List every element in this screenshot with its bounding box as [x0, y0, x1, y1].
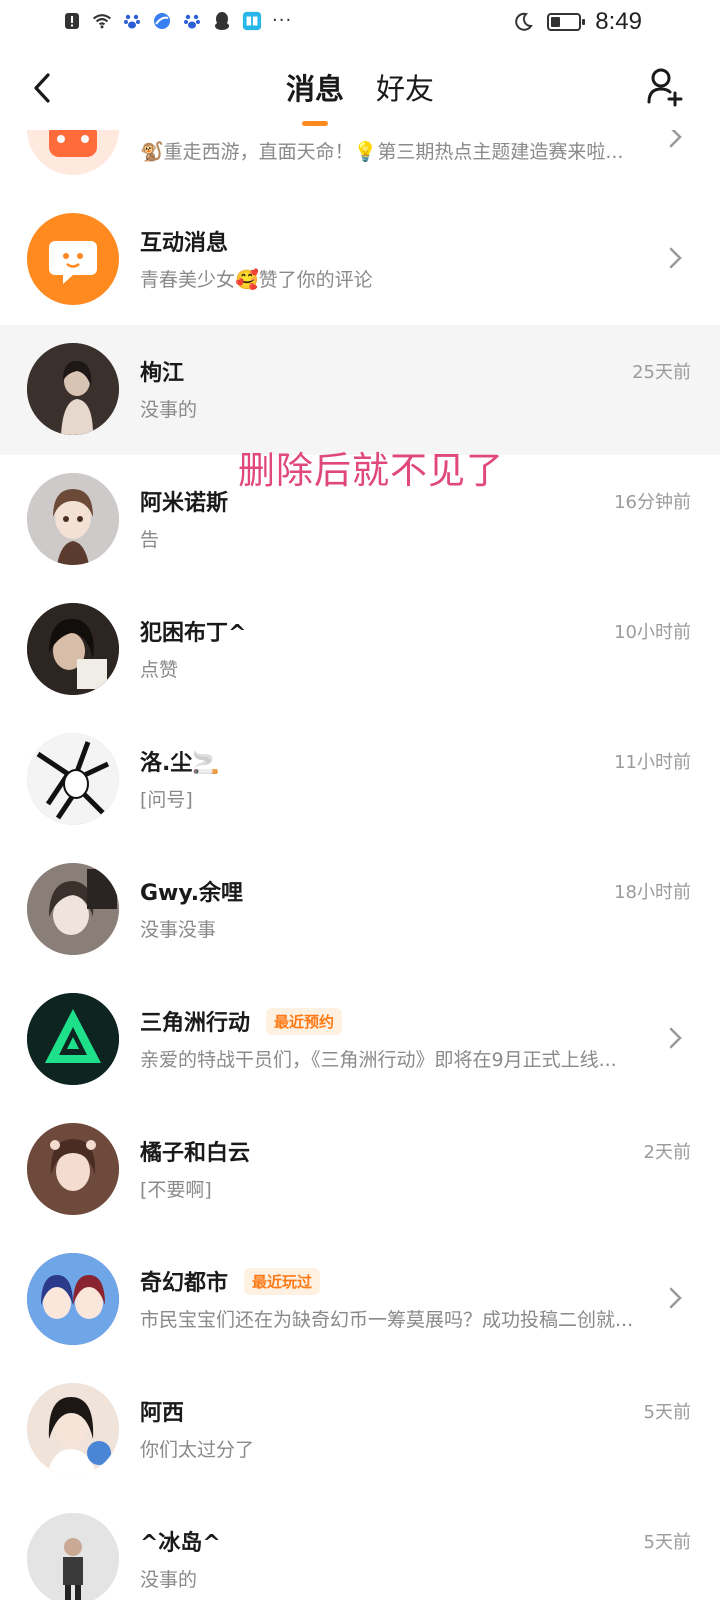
active-tab-indicator: [301, 121, 328, 126]
list-item-conversation[interactable]: 栒江 没事的 25天前: [0, 325, 720, 455]
moon-icon: [513, 12, 534, 32]
timestamp: 5天前: [643, 1532, 691, 1553]
avatar: [27, 1123, 119, 1215]
baidu-paw-icon: [122, 11, 142, 31]
preview-text: 你们太过分了: [140, 1439, 255, 1461]
timestamp: 10小时前: [614, 622, 691, 643]
chevron-right-icon: [669, 1287, 682, 1309]
baidu-paw-icon: [182, 11, 202, 31]
preview-text: 🐒重走西游，直面天命！💡第三期热点主题建造赛来啦...: [140, 141, 624, 163]
list-item-conversation[interactable]: 洛.尘🚬 [问号] 11小时前: [0, 715, 720, 845]
blue-ball-icon: [152, 11, 172, 31]
wifi-icon: [92, 11, 112, 31]
timestamp: 16分钟前: [614, 492, 691, 513]
timestamp: 2天前: [643, 1142, 691, 1163]
qq-penguin-icon: [212, 11, 232, 31]
list-item-interaction-messages[interactable]: 互动消息 青春美少女🥰赞了你的评论: [0, 195, 720, 325]
add-user-icon: [647, 68, 683, 107]
contact-name-text: 三角洲行动: [140, 1011, 251, 1036]
tab-messages-label: 消息: [285, 72, 344, 106]
preview-text: 没事没事: [140, 919, 217, 941]
contact-name-text: 奇幻都市: [140, 1271, 229, 1296]
timestamp: 18小时前: [614, 882, 691, 903]
clock: 8:49: [595, 8, 642, 35]
preview-text: 没事的: [140, 399, 198, 421]
avatar: [27, 473, 119, 565]
status-right: 8:49: [513, 8, 642, 36]
contact-name: 犯困布丁^: [140, 621, 247, 646]
delta-logo-icon: [27, 993, 119, 1085]
contact-name: 三角洲行动 最近预约: [140, 1005, 343, 1037]
add-friend-button[interactable]: [640, 62, 690, 112]
tab-friends-label: 好友: [376, 72, 435, 106]
preview-text: 市民宝宝们还在为缺奇幻币一筹莫展吗？成功投稿二创就...: [140, 1309, 634, 1331]
avatar: [27, 213, 119, 305]
preview-text: 告: [140, 529, 160, 551]
list-item-conversation[interactable]: 犯困布丁^ 点赞 10小时前: [0, 585, 720, 715]
contact-name: 互动消息: [140, 231, 229, 256]
contact-name: 栒江: [140, 361, 185, 386]
contact-name: 阿西: [140, 1401, 185, 1426]
tab-friends[interactable]: 好友: [374, 66, 436, 108]
avatar: [27, 343, 119, 435]
book-icon: [242, 11, 262, 31]
avatar: [27, 130, 119, 175]
list-item-activity-notice[interactable]: 🐒重走西游，直面天命！💡第三期热点主题建造赛来啦...: [0, 130, 720, 197]
list-item-conversation[interactable]: 橘子和白云 [不要啊] 2天前: [0, 1105, 720, 1235]
preview-text: [不要啊]: [140, 1179, 212, 1201]
avatar: [27, 1513, 119, 1600]
list-item-game-fantasy-city[interactable]: 奇幻都市 最近玩过 市民宝宝们还在为缺奇幻币一筹莫展吗？成功投稿二创就...: [0, 1235, 720, 1365]
conversation-list: 🐒重走西游，直面天命！💡第三期热点主题建造赛来啦... 互动消息 青春美少女🥰赞…: [0, 130, 720, 1600]
battery-icon: [547, 13, 586, 31]
chevron-right-icon: [669, 247, 682, 269]
contact-name: 洛.尘🚬: [140, 751, 220, 776]
avatar: [27, 1253, 119, 1345]
tab-messages[interactable]: 消息: [284, 66, 346, 126]
avatar: [27, 863, 119, 955]
contact-name: ^冰岛^: [140, 1531, 221, 1556]
timestamp: 11小时前: [614, 752, 691, 773]
status-badge: 最近玩过: [244, 1267, 321, 1295]
timestamp: 25天前: [632, 362, 691, 383]
chat-bubble-icon: [49, 241, 97, 284]
tab-bar: 消息 好友: [0, 66, 720, 126]
preview-text: [问号]: [140, 789, 193, 811]
status-bar: ··· 8:49: [0, 0, 720, 48]
status-icons: ···: [62, 10, 292, 31]
more-notifications-icon: ···: [272, 10, 293, 31]
contact-name: Gwy.余哩: [140, 881, 244, 906]
list-item-conversation[interactable]: 阿西 你们太过分了 5天前: [0, 1365, 720, 1495]
annotation-text: 删除后就不见了: [238, 449, 504, 492]
contact-name: 奇幻都市 最近玩过: [140, 1265, 321, 1297]
avatar: [27, 993, 119, 1085]
top-nav: 消息 好友: [0, 48, 720, 130]
timestamp: 5天前: [643, 1402, 691, 1423]
chevron-right-icon: [669, 1027, 682, 1049]
list-item-game-delta-force[interactable]: 三角洲行动 最近预约 亲爱的特战干员们，《三角洲行动》即将在9月正式上线...: [0, 975, 720, 1105]
status-badge: 最近预约: [266, 1007, 343, 1035]
avatar: [27, 603, 119, 695]
preview-text: 青春美少女🥰赞了你的评论: [140, 269, 373, 291]
list-item-conversation[interactable]: ^冰岛^ 没事的 5天前: [0, 1495, 720, 1600]
chevron-right-icon: [669, 130, 682, 148]
preview-text: 没事的: [140, 1569, 198, 1591]
preview-text: 点赞: [140, 659, 179, 681]
list-item-conversation[interactable]: Gwy.余哩 没事没事 18小时前: [0, 845, 720, 975]
contact-name: 阿米诺斯: [140, 491, 229, 516]
alert-icon: [62, 11, 82, 31]
preview-text: 亲爱的特战干员们，《三角洲行动》即将在9月正式上线...: [140, 1049, 617, 1071]
avatar: [27, 1383, 119, 1475]
contact-name: 橘子和白云: [140, 1141, 251, 1166]
avatar: [27, 733, 119, 825]
